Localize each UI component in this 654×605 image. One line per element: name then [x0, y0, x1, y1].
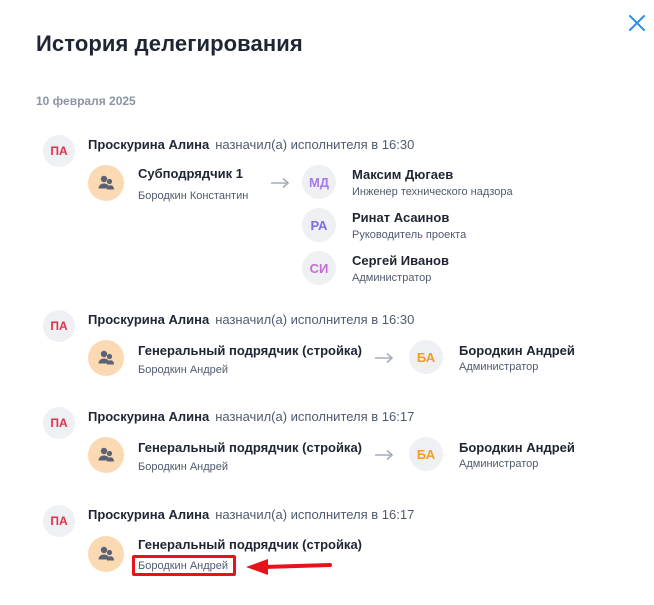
user-role: Инженер технического надзора: [352, 186, 513, 198]
user-name: Бородкин Андрей: [459, 440, 575, 455]
group-avatar: [88, 437, 124, 473]
user-name: Ринат Асаинов: [352, 210, 450, 225]
author-action: назначил(а) исполнителя в 16:30: [215, 137, 415, 152]
author-name: Проскурина Алина: [88, 409, 210, 424]
user-avatar: РА: [302, 208, 336, 242]
people-icon: [98, 175, 114, 190]
user-name: Максим Дюгаев: [352, 167, 454, 182]
user-role: Администратор: [352, 272, 432, 284]
highlight-box: [132, 555, 236, 576]
user-name: Бородкин Андрей: [459, 343, 575, 358]
author-name: Проскурина Алина: [88, 312, 210, 327]
group-person: Бородкин Андрей: [138, 364, 229, 376]
author-line: Проскурина Алина назначил(а) исполнителя …: [88, 507, 414, 522]
user-role: Администратор: [459, 458, 539, 470]
user-avatar: МД: [302, 165, 336, 199]
annotation-arrow-icon: [246, 559, 332, 575]
author-name: Проскурина Алина: [88, 137, 210, 152]
people-icon: [98, 447, 114, 462]
author-action: назначил(а) исполнителя в 16:30: [215, 312, 415, 327]
user-avatar: СИ: [302, 251, 336, 285]
user-name: Сергей Иванов: [352, 253, 449, 268]
group-person: Бородкин Константин: [138, 190, 249, 202]
group-name: Генеральный подрядчик (стройка): [138, 343, 363, 358]
close-icon: [629, 15, 645, 31]
author-avatar: ПА: [43, 505, 75, 537]
author-line: Проскурина Алина назначил(а) исполнителя …: [88, 409, 414, 424]
close-button[interactable]: [624, 10, 650, 36]
people-icon: [98, 350, 114, 365]
author-avatar: ПА: [43, 135, 75, 167]
author-line: Проскурина Алина назначил(а) исполнителя …: [88, 137, 414, 152]
group-avatar: [88, 536, 124, 572]
user-avatar: БА: [409, 437, 443, 471]
author-line: Проскурина Алина назначил(а) исполнителя …: [88, 312, 414, 327]
group-name: Генеральный подрядчик (стройка): [138, 537, 363, 552]
author-action: назначил(а) исполнителя в 16:17: [215, 409, 415, 424]
author-name: Проскурина Алина: [88, 507, 210, 522]
arrow-right-icon: [375, 449, 394, 461]
group-name: Субподрядчик 1: [138, 166, 244, 181]
dialog-title: История делегирования: [36, 31, 303, 56]
group-avatar: [88, 165, 124, 201]
user-avatar: БА: [409, 340, 443, 374]
group-person: Бородкин Андрей: [138, 461, 229, 473]
author-avatar: ПА: [43, 407, 75, 439]
group-avatar: [88, 340, 124, 376]
arrow-right-icon: [271, 177, 290, 189]
user-role: Администратор: [459, 361, 539, 373]
author-avatar: ПА: [43, 310, 75, 342]
history-date: 10 февраля 2025: [36, 94, 136, 108]
people-icon: [98, 546, 114, 561]
author-action: назначил(а) исполнителя в 16:17: [215, 507, 415, 522]
user-role: Руководитель проекта: [352, 229, 467, 241]
arrow-right-icon: [375, 352, 394, 364]
group-name: Генеральный подрядчик (стройка): [138, 440, 363, 455]
